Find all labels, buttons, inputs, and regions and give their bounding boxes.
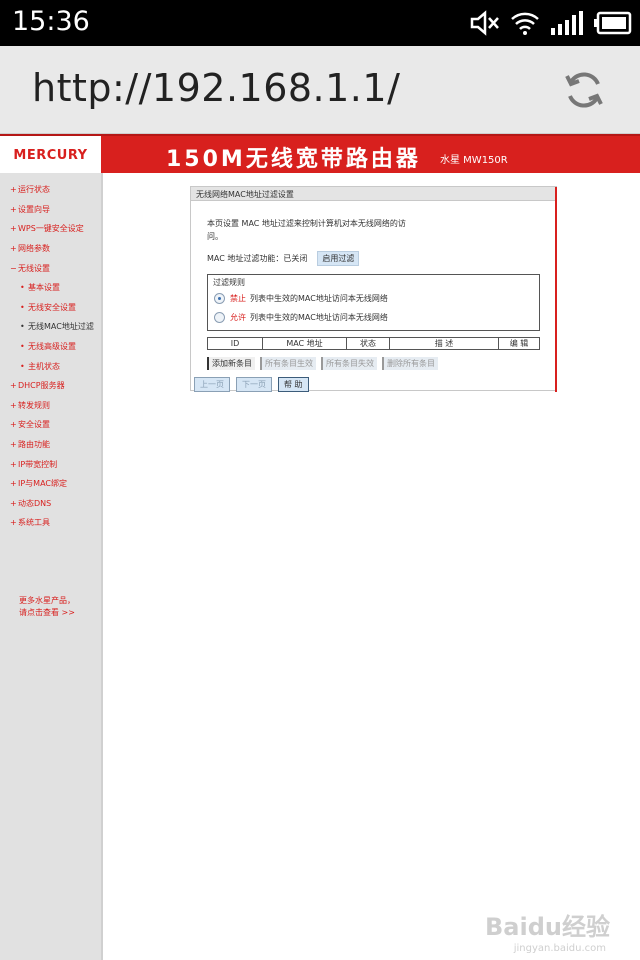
help-button[interactable]: 帮 助 — [278, 377, 309, 392]
panel-title: 无线网络MAC地址过滤设置 — [191, 187, 556, 201]
page-description: 本页设置 MAC 地址过滤来控制计算机对本无线网络的访 问。 — [207, 219, 406, 241]
router-banner: MERCURY 150M无线宽带路由器 水星 MW150R — [0, 134, 640, 175]
sidebar-item-dhcp[interactable]: +DHCP服务器 — [10, 380, 65, 391]
mercury-logo: MERCURY — [0, 136, 101, 175]
sidebar-item-wps[interactable]: +WPS一键安全设定 — [10, 223, 84, 234]
baidu-watermark-url: jingyan.baidu.com — [513, 943, 606, 954]
add-entry-button[interactable]: 添加新条目 — [207, 357, 255, 370]
banner-model: 水星 MW150R — [440, 155, 508, 166]
sidebar-item-run-status[interactable]: +运行状态 — [10, 184, 50, 195]
mac-filter-status-text: MAC 地址过滤功能：已关闭 — [207, 254, 308, 263]
sidebar-item-wireless-security[interactable]: • 无线安全设置 — [20, 302, 76, 313]
web-page: MERCURY 150M无线宽带路由器 水星 MW150R +运行状态 +设置向… — [0, 134, 640, 960]
sidebar-item-basic[interactable]: • 基本设置 — [20, 282, 60, 293]
table-actions: 添加新条目 所有条目生效 所有条目失效 删除所有条目 — [207, 357, 438, 370]
deny-label: 禁止 — [230, 294, 246, 303]
sidebar-item-ddns[interactable]: +动态DNS — [10, 498, 51, 509]
allow-text: 列表中生效的MAC地址访问本无线网络 — [250, 313, 388, 322]
col-desc: 描 述 — [390, 338, 499, 349]
signal-icon — [551, 11, 583, 35]
delete-all-button[interactable]: 删除所有条目 — [382, 357, 438, 370]
sidebar-item-forwarding[interactable]: +转发规则 — [10, 400, 50, 411]
status-icons — [470, 6, 632, 40]
sidebar-item-mac-filter[interactable]: • 无线MAC地址过滤 — [20, 321, 94, 332]
baidu-watermark: Baidu经验 — [485, 913, 610, 941]
sidebar-item-network[interactable]: +网络参数 — [10, 243, 50, 254]
deny-text: 列表中生效的MAC地址访问本无线网络 — [250, 294, 388, 303]
deny-radio[interactable] — [214, 293, 225, 304]
mac-table-header: ID MAC 地址 状态 描 述 编 辑 — [207, 337, 540, 350]
address-bar[interactable]: http://192.168.1.1/ — [0, 46, 640, 134]
sidebar-item-wireless-advanced[interactable]: • 无线高级设置 — [20, 341, 76, 352]
wifi-icon — [511, 12, 539, 35]
col-id: ID — [208, 338, 263, 349]
sidebar-item-system-tools[interactable]: +系统工具 — [10, 517, 50, 528]
col-status: 状态 — [347, 338, 390, 349]
enable-filter-button[interactable]: 启用过滤 — [317, 251, 360, 266]
sidebar-item-routing[interactable]: +路由功能 — [10, 439, 50, 450]
prev-page-button[interactable]: 上一页 — [194, 377, 230, 392]
status-time: 15:36 — [12, 6, 90, 37]
filter-rules-title: 过滤规则 — [213, 278, 245, 287]
sidebar-item-host-status[interactable]: • 主机状态 — [20, 361, 60, 372]
next-page-button[interactable]: 下一页 — [236, 377, 272, 392]
sidebar-item-wireless[interactable]: −无线设置 — [10, 263, 50, 274]
filter-rules-group: 过滤规则 禁止 列表中生效的MAC地址访问本无线网络 允许 列表中生效的MAC地… — [207, 274, 540, 331]
battery-icon — [594, 11, 632, 35]
mac-filter-panel: 无线网络MAC地址过滤设置 本页设置 MAC 地址过滤来控制计算机对本无线网络的… — [190, 186, 557, 392]
enable-all-button[interactable]: 所有条目生效 — [260, 357, 316, 370]
sidebar-item-bandwidth[interactable]: +IP带宽控制 — [10, 459, 57, 470]
sidebar-item-ip-mac-binding[interactable]: +IP与MAC绑定 — [10, 478, 67, 489]
sidebar-menu: +运行状态 +设置向导 +WPS一键安全设定 +网络参数 −无线设置 • 基本设置… — [0, 173, 101, 960]
reload-icon[interactable] — [562, 68, 606, 112]
mute-icon — [470, 10, 499, 36]
rule-deny-option[interactable]: 禁止 列表中生效的MAC地址访问本无线网络 — [214, 293, 388, 304]
sidebar-item-security[interactable]: +安全设置 — [10, 419, 50, 430]
more-products-link[interactable]: 更多水星产品， 请点击查看 >> — [19, 595, 75, 619]
rule-allow-option[interactable]: 允许 列表中生效的MAC地址访问本无线网络 — [214, 312, 388, 323]
allow-radio[interactable] — [214, 312, 225, 323]
status-bar: 15:36 — [0, 0, 640, 46]
panel-border-accent — [555, 187, 557, 392]
allow-label: 允许 — [230, 313, 246, 322]
disable-all-button[interactable]: 所有条目失效 — [321, 357, 377, 370]
page-navigation: 上一页 下一页 帮 助 — [194, 377, 309, 392]
mac-filter-status: MAC 地址过滤功能：已关闭 启用过滤 — [207, 251, 360, 266]
sidebar-item-setup-wizard[interactable]: +设置向导 — [10, 204, 50, 215]
banner-title: 150M无线宽带路由器 — [166, 147, 421, 172]
col-edit: 编 辑 — [509, 339, 529, 348]
sidebar-divider — [101, 173, 103, 960]
col-mac: MAC 地址 — [263, 338, 347, 349]
url-text[interactable]: http://192.168.1.1/ — [32, 66, 400, 110]
